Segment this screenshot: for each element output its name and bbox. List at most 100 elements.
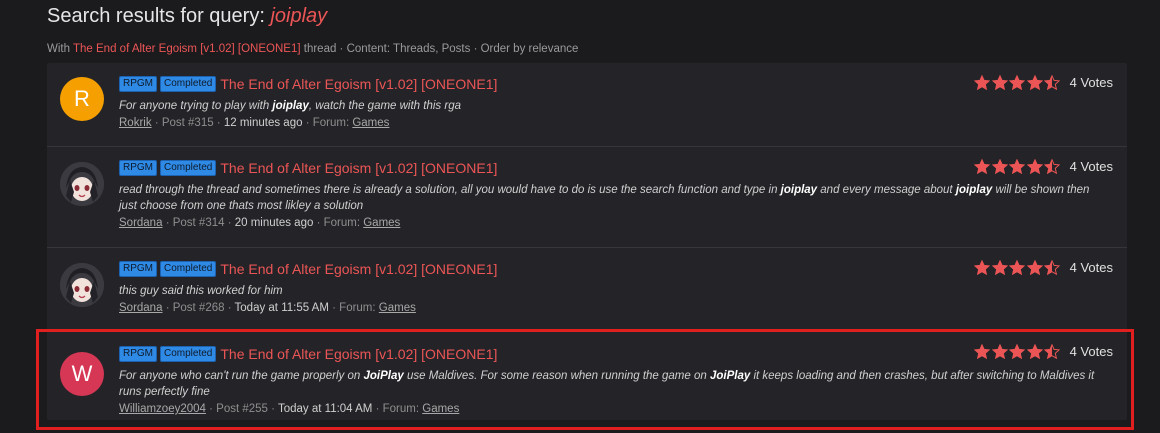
result-item[interactable]: R RPGM Completed The End of Alter Egoism… (47, 63, 1127, 147)
post-meta: Williamzoey2004 · Post #255 · Today at 1… (119, 403, 1115, 415)
star-icon (1026, 260, 1043, 275)
star-icon (974, 75, 991, 90)
result-title-line: RPGM Completed The End of Alter Egoism [… (119, 345, 1115, 363)
rating: 4 Votes (974, 159, 1113, 174)
result-title-line: RPGM Completed The End of Alter Egoism [… (119, 75, 1115, 93)
post-meta: Rokrik · Post #315 · 12 minutes ago · Fo… (119, 117, 1115, 129)
post-meta: Sordana · Post #268 · Today at 11:55 AM … (119, 302, 1115, 314)
result-body: RPGM Completed The End of Alter Egoism [… (119, 75, 1115, 129)
avatar[interactable]: R (60, 77, 104, 121)
result-title-line: RPGM Completed The End of Alter Egoism [… (119, 260, 1115, 278)
post-number: · Post #314 · (165, 217, 232, 229)
star-rating (974, 260, 1062, 275)
search-results-page: Search results for query: joiplay With T… (0, 0, 1160, 433)
star-icon (1009, 260, 1026, 275)
results-list: R RPGM Completed The End of Alter Egoism… (47, 63, 1127, 420)
post-number: · Post #255 · (209, 403, 275, 415)
post-snippet: read through the thread and sometimes th… (119, 184, 1090, 212)
forum-link[interactable]: Games (379, 302, 416, 314)
forum-label: · Forum: (332, 302, 376, 314)
rating: 4 Votes (974, 260, 1113, 275)
prefix-badge-rpgm[interactable]: RPGM (119, 76, 157, 92)
post-number: · Post #268 · (165, 302, 232, 314)
forum-link[interactable]: Games (352, 117, 389, 129)
avatar-letter: R (74, 86, 90, 111)
query-text: joiplay (270, 5, 328, 27)
star-icon (1044, 344, 1061, 359)
result-body: RPGM Completed The End of Alter Egoism [… (119, 260, 1115, 314)
prefix-badge-rpgm[interactable]: RPGM (119, 160, 157, 176)
star-icon (974, 260, 991, 275)
anime-avatar-image (60, 162, 104, 206)
star-icon (1026, 344, 1043, 359)
post-number: · Post #315 · (154, 117, 221, 129)
star-icon (974, 159, 991, 174)
star-icon (1009, 159, 1026, 174)
prefix-badge-completed[interactable]: Completed (160, 261, 217, 277)
prefix-badge-rpgm[interactable]: RPGM (119, 261, 157, 277)
votes-count: 4 Votes (1069, 260, 1113, 275)
thread-title-link[interactable]: The End of Alter Egoism [v1.02] [ONEONE1… (220, 160, 497, 176)
star-icon (1044, 75, 1061, 90)
author-link[interactable]: Williamzoey2004 (119, 403, 206, 415)
avatar[interactable] (60, 162, 104, 206)
filter-rest-text: thread · Content: Threads, Posts · Order… (303, 43, 579, 55)
thread-title-link[interactable]: The End of Alter Egoism [v1.02] [ONEONE1… (220, 76, 497, 92)
star-rating (974, 159, 1062, 174)
avatar-letter: W (71, 361, 93, 386)
votes-count: 4 Votes (1069, 159, 1113, 174)
avatar[interactable] (60, 263, 104, 307)
title-prefix: Search results for query: (47, 5, 265, 27)
prefix-badge-completed[interactable]: Completed (160, 160, 217, 176)
prefix-badge-completed[interactable]: Completed (160, 76, 217, 92)
star-icon (1044, 159, 1061, 174)
avatar[interactable]: W (60, 352, 104, 396)
forum-label: · Forum: (375, 403, 420, 415)
post-snippet: For anyone who can't run the game proper… (119, 370, 1095, 398)
forum-label: · Forum: (305, 117, 350, 129)
author-link[interactable]: Rokrik (119, 117, 152, 129)
rating: 4 Votes (974, 344, 1113, 359)
star-icon (1044, 260, 1061, 275)
result-item[interactable]: RPGM Completed The End of Alter Egoism [… (47, 248, 1127, 332)
star-icon (1026, 75, 1043, 90)
author-link[interactable]: Sordana (119, 217, 162, 229)
star-icon (1026, 159, 1043, 174)
star-icon (1009, 75, 1026, 90)
anime-avatar-image (60, 263, 104, 307)
star-icon (991, 159, 1008, 174)
post-snippet: For anyone trying to play with joiplay, … (119, 100, 461, 112)
filter-thread-link[interactable]: The End of Alter Egoism [v1.02] [ONEONE1… (73, 43, 301, 55)
forum-label: · Forum: (316, 217, 361, 229)
post-meta: Sordana · Post #314 · 20 minutes ago · F… (119, 217, 1115, 229)
star-icon (991, 344, 1008, 359)
post-snippet: this guy said this worked for him (119, 285, 283, 297)
votes-count: 4 Votes (1069, 344, 1113, 359)
search-filter-summary: With The End of Alter Egoism [v1.02] [ON… (47, 43, 578, 55)
filter-with-label: With (47, 43, 70, 55)
result-body: RPGM Completed The End of Alter Egoism [… (119, 345, 1115, 415)
star-icon (991, 260, 1008, 275)
post-time: Today at 11:55 AM (234, 302, 329, 314)
post-time: 12 minutes ago (223, 117, 303, 129)
thread-title-link[interactable]: The End of Alter Egoism [v1.02] [ONEONE1… (220, 346, 497, 362)
result-title-line: RPGM Completed The End of Alter Egoism [… (119, 159, 1115, 177)
thread-title-link[interactable]: The End of Alter Egoism [v1.02] [ONEONE1… (220, 261, 497, 277)
post-time: 20 minutes ago (234, 217, 314, 229)
star-icon (974, 344, 991, 359)
result-item[interactable]: RPGM Completed The End of Alter Egoism [… (47, 147, 1127, 248)
page-title: Search results for query: joiplay (47, 5, 327, 28)
forum-link[interactable]: Games (363, 217, 400, 229)
result-item[interactable]: W RPGM Completed The End of Alter Egoism… (47, 332, 1127, 420)
prefix-badge-completed[interactable]: Completed (160, 346, 217, 362)
author-link[interactable]: Sordana (119, 302, 162, 314)
star-rating (974, 344, 1062, 359)
star-icon (1009, 344, 1026, 359)
forum-link[interactable]: Games (422, 403, 459, 415)
post-time: Today at 11:04 AM (277, 403, 373, 415)
star-rating (974, 75, 1062, 90)
rating: 4 Votes (974, 75, 1113, 90)
prefix-badge-rpgm[interactable]: RPGM (119, 346, 157, 362)
result-body: RPGM Completed The End of Alter Egoism [… (119, 159, 1115, 229)
star-icon (991, 75, 1008, 90)
